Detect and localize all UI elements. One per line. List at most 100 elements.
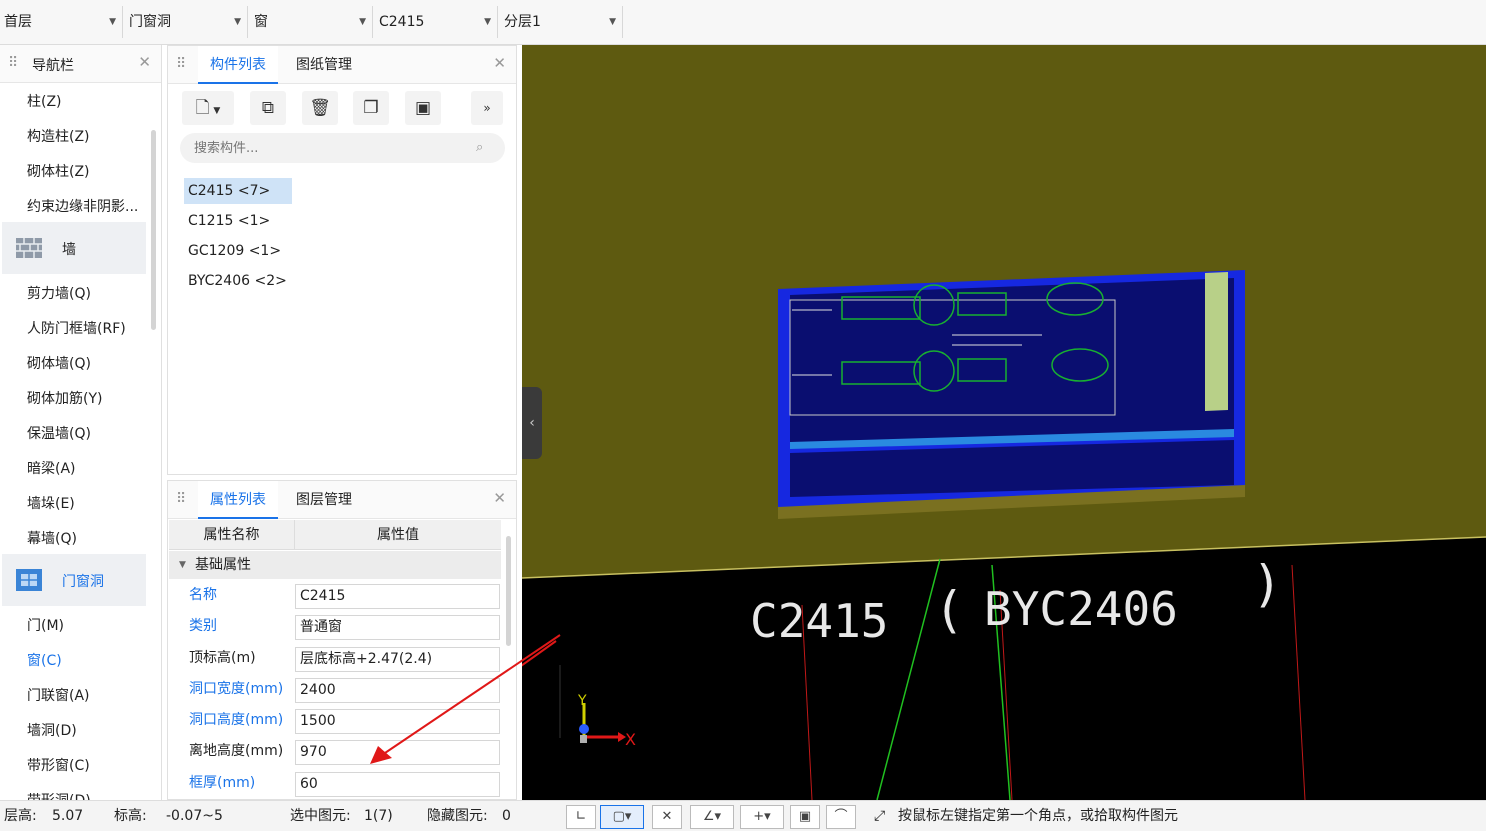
close-icon[interactable]: ✕ [493, 54, 506, 72]
component-item[interactable]: C1215 <1> [184, 208, 274, 234]
nav-item[interactable]: 约束边缘非阴影... [27, 196, 138, 216]
window-3d-model[interactable] [778, 270, 1245, 519]
nav-item[interactable]: 保温墙(Q) [27, 423, 91, 443]
property-value-field[interactable]: C2415 [295, 584, 500, 609]
elevation-label: 标高: [114, 808, 147, 824]
double-chevron-right-icon: » [483, 101, 491, 115]
display-button[interactable]: ▣ [790, 805, 820, 829]
ortho-button[interactable]: ∟ [566, 805, 596, 829]
nav-item[interactable]: 幕墙(Q) [27, 528, 77, 548]
selected-count-value: 1(7) [364, 808, 393, 824]
nav-item[interactable]: 带形洞(D) [27, 790, 91, 800]
new-file-icon: 🗋 [195, 98, 210, 118]
component-item[interactable]: BYC2406 <2> [184, 268, 291, 294]
nav-item[interactable]: 构造柱(Z) [27, 126, 90, 146]
angle-button[interactable]: ∠▾ [690, 805, 734, 829]
layer-select[interactable]: 分层1 ▼ [500, 6, 623, 38]
section-basic-properties[interactable]: ▼ 基础属性 [169, 551, 501, 579]
nav-item[interactable]: 砌体柱(Z) [27, 161, 90, 181]
tab-component-list[interactable]: 构件列表 [198, 46, 278, 84]
property-name: 名称 [189, 587, 217, 603]
drag-handle-icon[interactable]: ⠿ [176, 56, 186, 72]
nav-group-wall[interactable]: 墙 [2, 222, 146, 274]
nav-item[interactable]: 门(M) [27, 615, 64, 635]
close-icon[interactable]: ✕ [138, 53, 151, 71]
type-select-value: 窗 [254, 14, 268, 30]
property-row: 框厚(mm) 60 [169, 768, 501, 799]
viewport-canvas: C2415 ( BYC2406 ) X Y [522, 270, 1486, 800]
component-list-panel: ⠿ 构件列表 图纸管理 ✕ 🗋▼ ⧉ 🗑 ❐ ▣ » ⌕ C2415 <7> C… [167, 45, 517, 475]
label-byc2406[interactable]: BYC2406 [984, 582, 1178, 636]
nav-item[interactable]: 门联窗(A) [27, 685, 90, 705]
nav-item[interactable]: 带形窗(C) [27, 755, 90, 775]
copy-button[interactable]: ⧉ [250, 91, 286, 125]
angle-icon: ∠▾ [702, 809, 722, 824]
property-name: 顶标高(m) [189, 650, 256, 666]
property-table-header: 属性名称 属性值 [169, 520, 501, 550]
cross-icon: ✕ [661, 809, 673, 824]
nav-item[interactable]: 剪力墙(Q) [27, 283, 91, 303]
select-mode-button[interactable]: ▢▾ [600, 805, 644, 829]
resize-icon: ⤢ [874, 808, 886, 824]
nav-item[interactable]: 人防门框墙(RF) [27, 318, 126, 338]
save-template-button[interactable]: ▣ [405, 91, 441, 125]
column-header-value: 属性值 [377, 527, 419, 543]
chevron-down-icon: ▼ [609, 17, 616, 27]
component-item[interactable]: C2415 <7> [184, 178, 292, 204]
nav-item[interactable]: 砌体加筋(Y) [27, 388, 102, 408]
snap-icon: +▾ [753, 809, 771, 824]
property-row: 名称 C2415 [169, 580, 501, 611]
snap-button[interactable]: +▾ [740, 805, 784, 829]
chevron-down-icon: ▼ [234, 17, 241, 27]
cross-select-button[interactable]: ✕ [652, 805, 682, 829]
collapse-icon: ▼ [179, 560, 186, 570]
delete-button[interactable]: 🗑 [302, 91, 338, 125]
selected-count-label: 选中图元: [290, 808, 351, 824]
column-header-name: 属性名称 [169, 520, 295, 550]
trash-icon: 🗑 [309, 98, 331, 118]
svg-text:BYC2406: BYC2406 [984, 582, 1178, 636]
chevron-down-icon: ▼ [359, 17, 366, 27]
nav-group-opening[interactable]: 门窗洞 [2, 554, 146, 606]
3d-viewport[interactable]: C2415 ( BYC2406 ) X Y ‹ [522, 45, 1486, 800]
component-panel-header: ⠿ 构件列表 图纸管理 ✕ [168, 46, 516, 84]
hint-text: 按鼠标左键指定第一个角点，或拾取构件图元 [898, 808, 1178, 824]
tab-drawing-management[interactable]: 图纸管理 [284, 46, 364, 84]
drag-handle-icon[interactable]: ⠿ [8, 55, 18, 71]
nav-item[interactable]: 柱(Z) [27, 91, 62, 111]
nav-item[interactable]: 砌体墙(Q) [27, 353, 91, 373]
ortho-icon: ∟ [575, 809, 587, 824]
search-input[interactable] [180, 133, 505, 163]
type-select[interactable]: 窗 ▼ [250, 6, 373, 38]
collapse-panel-handle[interactable]: ‹ [522, 387, 542, 459]
nav-group-opening-label: 门窗洞 [62, 574, 104, 590]
tab-layer-management[interactable]: 图层管理 [284, 481, 364, 519]
label-c2415[interactable]: C2415 [750, 594, 888, 648]
svg-text:C2415: C2415 [750, 594, 888, 648]
nav-panel-header: ⠿ 导航栏 ✕ [0, 45, 161, 83]
drag-handle-icon[interactable]: ⠿ [176, 491, 186, 507]
search-icon[interactable]: ⌕ [476, 140, 483, 155]
curve-button[interactable]: ⌒ [826, 805, 856, 829]
component-item[interactable]: GC1209 <1> [184, 238, 285, 264]
chevron-down-icon: ▼ [213, 106, 221, 116]
new-component-button[interactable]: 🗋 ▼ [182, 91, 234, 125]
close-icon[interactable]: ✕ [493, 489, 506, 507]
nav-item[interactable]: 墙洞(D) [27, 720, 77, 740]
property-panel-header: ⠿ 属性列表 图层管理 ✕ [168, 481, 516, 519]
property-name: 洞口宽度(mm) [189, 681, 284, 697]
nav-item[interactable]: 暗梁(A) [27, 458, 76, 478]
display-icon: ▣ [798, 809, 812, 824]
floor-select[interactable]: 首层 ▼ [0, 6, 123, 38]
more-button[interactable]: » [471, 91, 503, 125]
duplicate-button[interactable]: ❐ [353, 91, 389, 125]
nav-scrollbar[interactable] [151, 130, 156, 330]
nav-item[interactable]: 墙垛(E) [27, 493, 75, 513]
nav-item-active[interactable]: 窗(C) [27, 650, 62, 670]
nav-panel-title: 导航栏 [32, 58, 74, 74]
component-select-value: C2415 [379, 14, 425, 30]
property-value-field[interactable]: 60 [295, 772, 500, 797]
component-select[interactable]: C2415 ▼ [375, 6, 498, 38]
category-select[interactable]: 门窗洞 ▼ [125, 6, 248, 38]
tab-property-list[interactable]: 属性列表 [198, 481, 278, 519]
